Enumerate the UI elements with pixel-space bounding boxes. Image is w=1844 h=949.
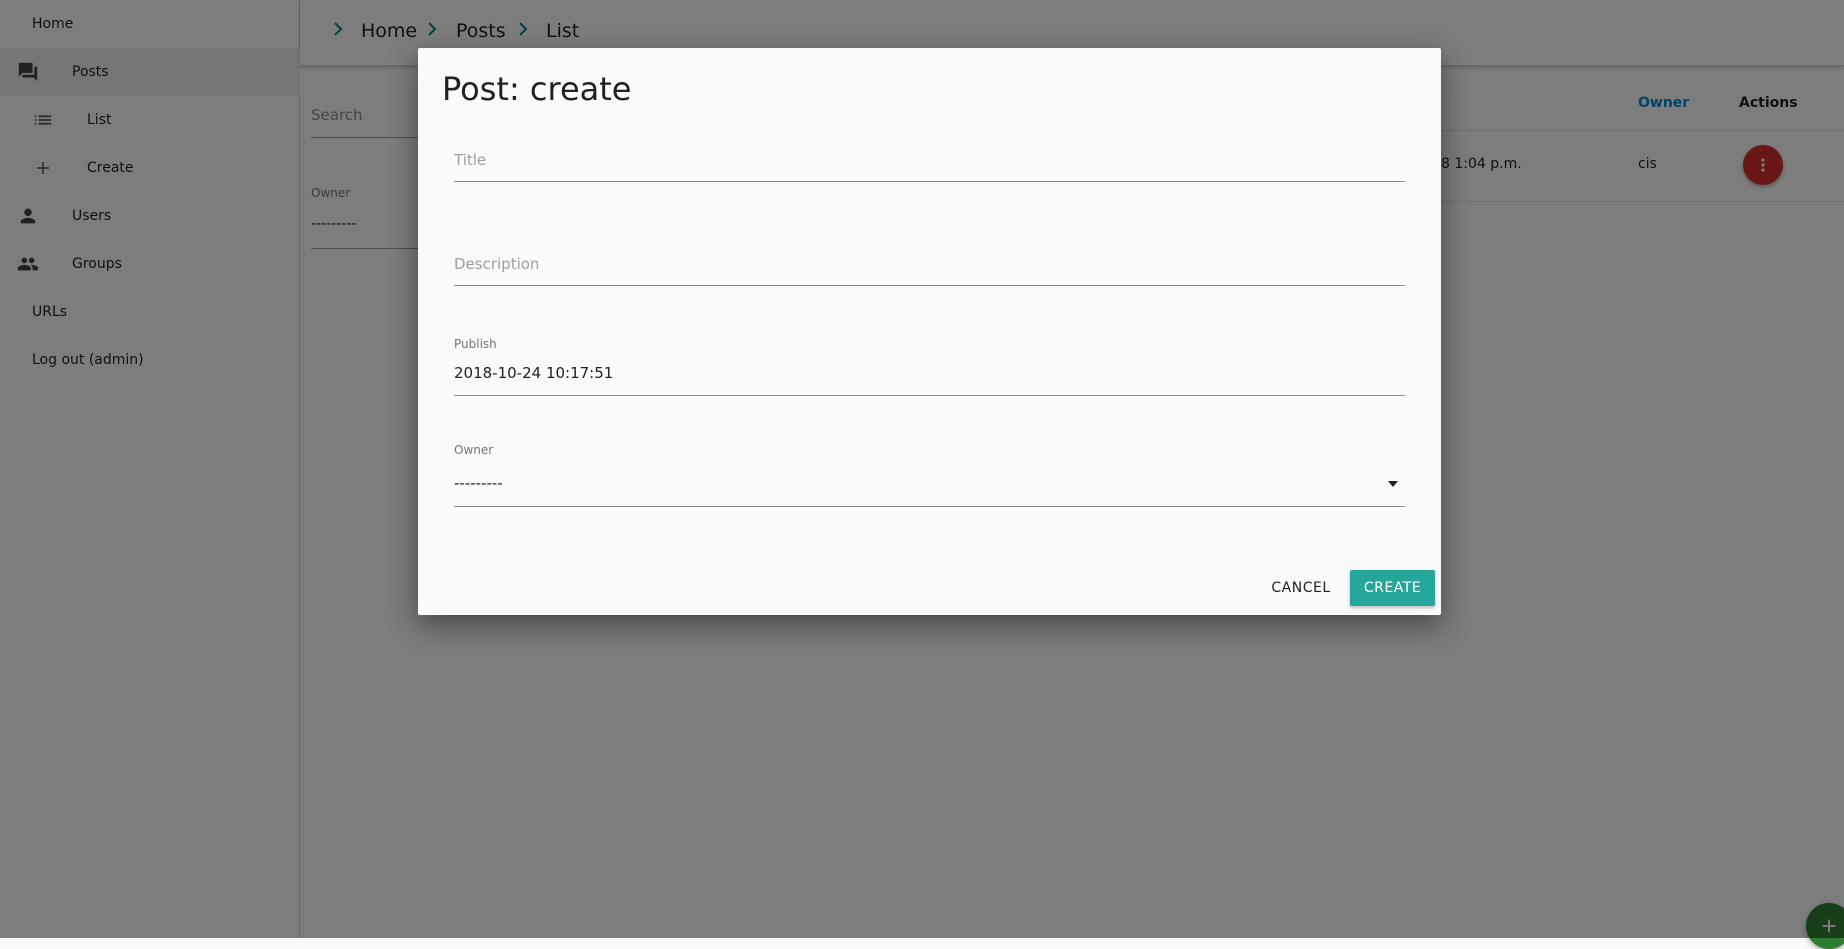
owner-select[interactable]: --------- <box>454 474 503 492</box>
publish-input[interactable]: 2018-10-24 10:17:51 <box>454 364 613 382</box>
title-underline <box>454 181 1405 182</box>
create-post-dialog: Post: create Title Description Publish 2… <box>418 48 1441 615</box>
title-input[interactable]: Title <box>454 151 486 169</box>
cancel-button[interactable]: CANCEL <box>1266 570 1336 606</box>
app-root: Home Posts List Create Users <box>0 0 1844 949</box>
description-input[interactable]: Description <box>454 255 539 273</box>
create-button[interactable]: CREATE <box>1350 570 1435 606</box>
dialog-title: Post: create <box>442 70 632 108</box>
owner-underline <box>454 506 1405 507</box>
publish-label: Publish <box>454 337 497 351</box>
owner-label: Owner <box>454 443 494 457</box>
description-underline <box>454 285 1405 286</box>
publish-underline <box>454 395 1405 396</box>
arrow-drop-down-icon[interactable] <box>1388 481 1398 487</box>
